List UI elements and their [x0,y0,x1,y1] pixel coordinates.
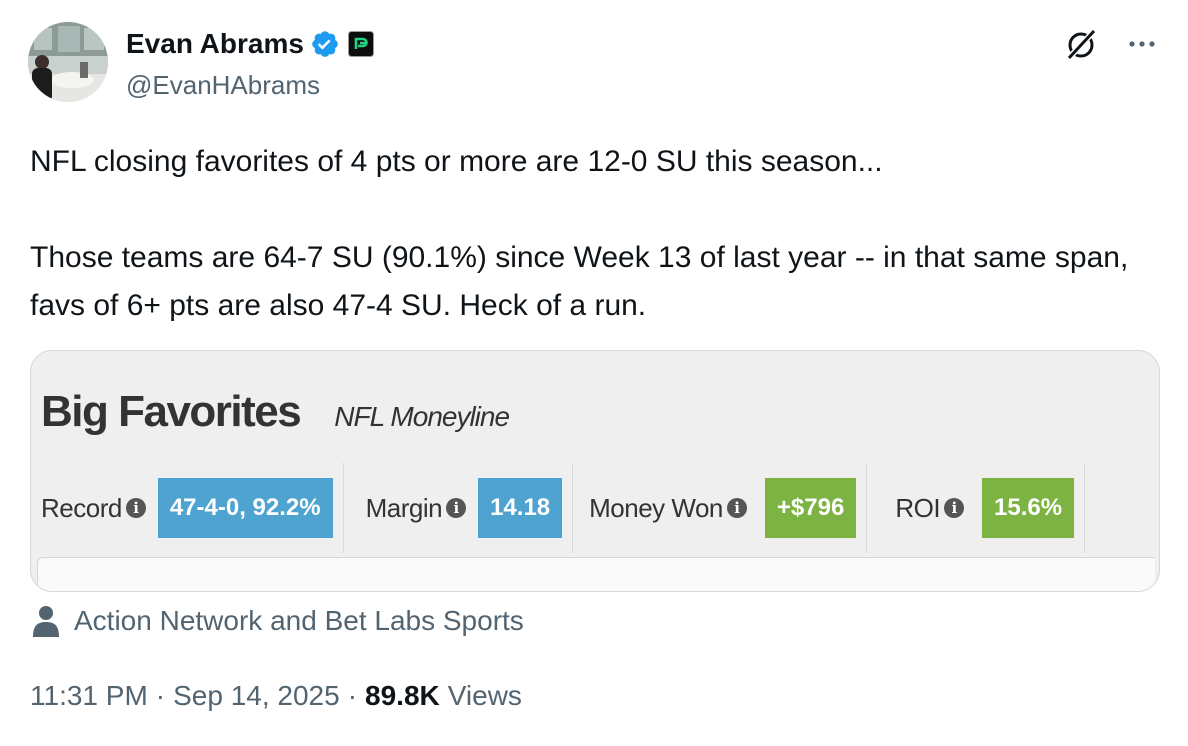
separator: · [155,680,166,711]
stats-row: Record i 47-4-0, 92.2% Margin i 14.18 Mon… [37,463,1155,553]
stat-record-value: 47-4-0, 92.2% [157,478,333,538]
affiliate-badge-icon[interactable] [347,31,374,57]
stat-money-won: Money Won i +$796 [573,463,868,553]
info-icon: i [125,498,146,518]
tweet-text-line1: NFL closing favorites of 4 pts or more a… [30,145,883,178]
stat-record-label: Record [41,492,122,523]
source-text[interactable]: Action Network and Bet Labs Sports [74,605,524,637]
stat-roi-value: 15.6% [982,478,1075,538]
info-icon: i [726,498,747,518]
views-count[interactable]: 89.8K [365,680,440,712]
stat-record: Record i 47-4-0, 92.2% [37,463,344,553]
card-title: Big Favorites [41,387,302,436]
views-label: Views [447,680,522,711]
tweet-text: NFL closing favorites of 4 pts or more a… [30,138,1140,330]
stat-margin: Margin i 14.18 [344,463,574,553]
grok-icon[interactable] [1064,28,1098,62]
source-attribution[interactable]: Action Network and Bet Labs Sports [32,603,524,639]
tweet-header: Evan Abrams @EvanHAbrams [28,22,1160,106]
stat-margin-label: Margin [365,492,443,523]
tweet-time[interactable]: 11:31 PM [30,680,148,712]
media-card[interactable]: Big Favorites NFL Moneyline Record i 47-4… [30,350,1160,592]
tweet-text-line2: Those teams are 64-7 SU (90.1%) since We… [30,241,1129,322]
info-icon: i [446,498,467,518]
card-subtitle: NFL Moneyline [334,401,510,432]
stat-money-won-value: +$796 [764,478,857,538]
stat-money-won-label: Money Won [589,492,723,523]
stat-roi-label: ROI [895,492,941,523]
separator: · [347,680,358,711]
person-icon [33,606,59,637]
tweet-meta: 11:31 PM · Sep 14, 2025 · 89.8K Views [30,676,522,716]
info-icon: i [944,498,965,518]
verified-badge-icon [312,31,338,57]
avatar[interactable] [28,22,108,102]
author-name[interactable]: Evan Abrams [126,28,304,60]
author-handle[interactable]: @EvanHAbrams [126,70,374,101]
more-options-icon[interactable] [1124,30,1160,58]
stat-margin-value: 14.18 [478,478,563,538]
stat-roi: ROI i 15.6% [867,463,1086,553]
card-footer [37,557,1155,591]
tweet-date[interactable]: Sep 14, 2025 [173,680,340,712]
